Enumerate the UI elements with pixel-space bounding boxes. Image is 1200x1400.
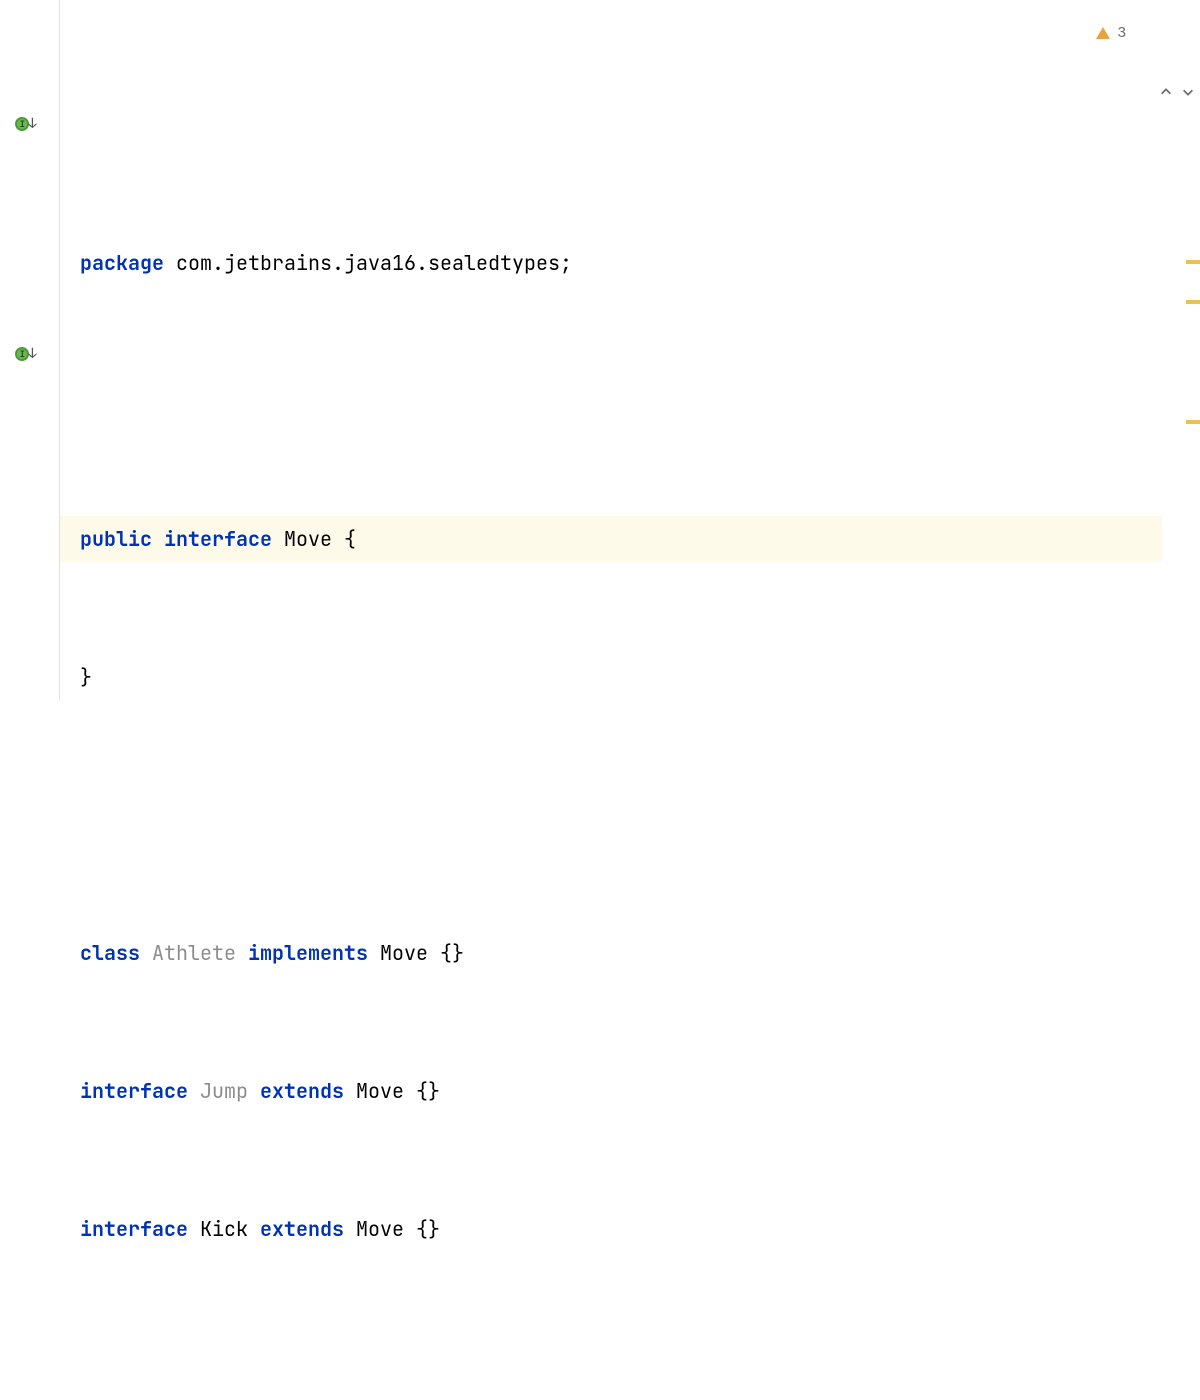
code-editor[interactable]: 3 package com.jetbrains.java16.sealedtyp… xyxy=(60,0,1200,700)
code-line[interactable] xyxy=(80,792,1200,838)
implemented-marker-icon[interactable]: I ↓ xyxy=(14,112,38,136)
warning-marker[interactable] xyxy=(1186,300,1200,304)
warning-count: 3 xyxy=(1118,10,1126,56)
code-line-highlighted[interactable]: public interface Move { xyxy=(60,516,1162,562)
code-line[interactable]: } xyxy=(80,654,1200,700)
warning-marker[interactable] xyxy=(1186,420,1200,424)
warning-icon xyxy=(1096,27,1110,39)
code-line[interactable]: package com.jetbrains.java16.sealedtypes… xyxy=(80,240,1200,286)
implemented-marker-icon[interactable]: I ↓ xyxy=(14,342,38,366)
code-line[interactable]: class Athlete implements Move {} xyxy=(80,930,1200,976)
code-line[interactable]: interface Jump extends Move {} xyxy=(80,1068,1200,1114)
scrollbar-track[interactable] xyxy=(1182,0,1200,700)
chevron-up-icon[interactable] xyxy=(1134,26,1148,40)
inspection-widget[interactable]: 3 xyxy=(1096,10,1170,56)
code-line[interactable] xyxy=(80,1344,1200,1390)
warning-marker[interactable] xyxy=(1186,260,1200,264)
code-line[interactable] xyxy=(80,378,1200,424)
chevron-down-icon[interactable] xyxy=(1156,26,1170,40)
code-line[interactable]: interface Kick extends Move {} xyxy=(80,1206,1200,1252)
editor-gutter: I ↓ I ↓ xyxy=(0,0,60,700)
